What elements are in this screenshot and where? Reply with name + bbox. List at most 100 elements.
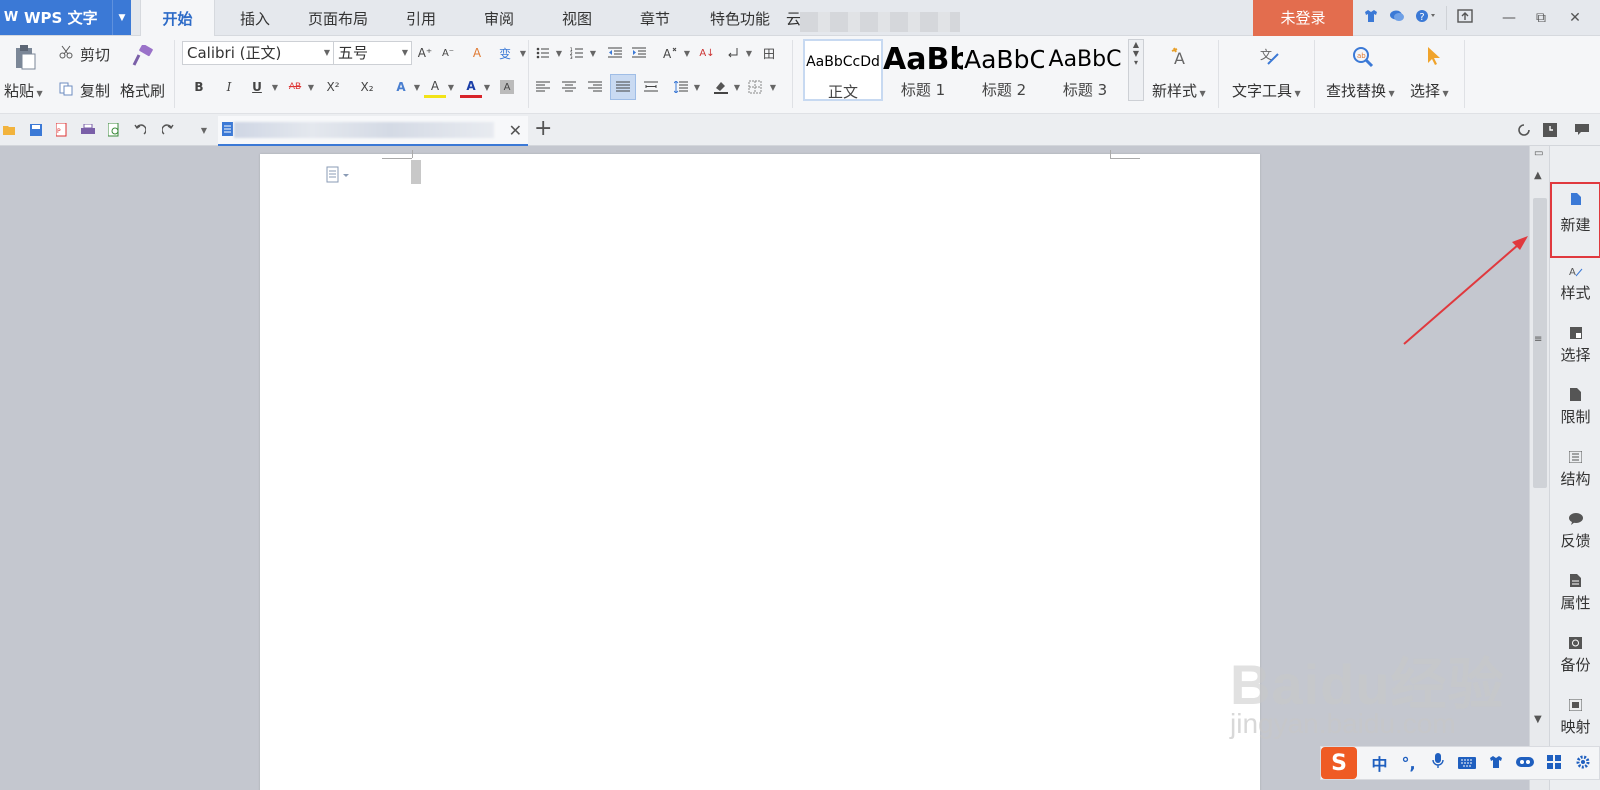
text-tools-icon[interactable]: 文 (1256, 44, 1282, 68)
chinese-layout-dropdown-icon[interactable]: ▼ (676, 42, 698, 64)
style-heading-2[interactable]: AaBbC 标题 2 (964, 39, 1044, 101)
clear-format-button[interactable]: A (466, 42, 488, 64)
chat-icon[interactable] (1388, 9, 1406, 27)
toolbox-icon[interactable] (1539, 754, 1568, 773)
font-color-dropdown-icon[interactable]: ▼ (476, 76, 498, 98)
settings-gear-icon[interactable] (1568, 754, 1597, 773)
side-mapping-button[interactable]: 映射 (1550, 694, 1600, 750)
paste-icon[interactable] (12, 42, 38, 72)
undo-icon[interactable] (132, 122, 148, 138)
line-spacing-dropdown-icon[interactable]: ▼ (686, 76, 708, 98)
sogou-logo-icon[interactable]: S (1321, 747, 1357, 779)
scissors-icon[interactable] (58, 44, 74, 60)
bold-button[interactable]: B (188, 76, 210, 98)
char-shade-button[interactable]: A (500, 80, 514, 94)
tab-chapter[interactable]: 章节 (622, 0, 688, 36)
scroll-down-icon[interactable]: ▼ (1534, 714, 1542, 725)
side-properties-button[interactable]: 属性 (1550, 570, 1600, 626)
show-marks-dropdown-icon[interactable]: ▼ (738, 42, 760, 64)
skin-icon[interactable] (1362, 9, 1380, 27)
skin-shirt-icon[interactable] (1481, 754, 1510, 773)
style-gallery-scroll[interactable]: ▲ ▼ ▾ (1128, 39, 1144, 101)
save-icon[interactable] (28, 122, 44, 138)
assistant-icon[interactable] (1510, 754, 1539, 773)
keyboard-icon[interactable] (1452, 754, 1481, 773)
align-left-icon[interactable] (532, 76, 554, 98)
format-painter-button[interactable]: 格式刷 (120, 80, 165, 101)
increase-indent-icon[interactable] (628, 42, 650, 64)
grow-font-button[interactable]: A⁺ (414, 42, 436, 64)
style-normal[interactable]: AaBbCcDd 正文 (803, 39, 883, 101)
minimize-button[interactable]: — (1496, 6, 1522, 30)
document-page[interactable] (260, 150, 1260, 790)
help-icon[interactable]: ? (1414, 9, 1438, 27)
numbering-dropdown-icon[interactable]: ▼ (582, 42, 604, 64)
cut-button[interactable]: 剪切 (80, 44, 110, 65)
find-replace-button[interactable]: 查找替换 ▼ (1326, 80, 1395, 101)
text-tools-button[interactable]: 文字工具 ▼ (1232, 80, 1301, 101)
upload-window-icon[interactable] (1456, 9, 1474, 27)
restore-button[interactable]: ⧉ (1528, 6, 1554, 30)
tab-special-features[interactable]: 特色功能 (700, 0, 780, 36)
tab-page-layout[interactable]: 页面布局 (298, 0, 378, 36)
justify-icon[interactable] (610, 74, 636, 100)
align-right-icon[interactable] (584, 76, 606, 98)
side-structure-button[interactable]: 结构 (1550, 446, 1600, 502)
comment-panel-icon[interactable] (1574, 122, 1590, 138)
highlight-dropdown-icon[interactable]: ▼ (440, 76, 462, 98)
paste-button[interactable]: 粘贴 ▼ (4, 80, 43, 101)
tab-cloud[interactable]: 云 (786, 0, 801, 36)
new-style-button[interactable]: 新样式 ▼ (1152, 80, 1206, 101)
close-button[interactable]: ✕ (1562, 6, 1588, 30)
print-preview-icon[interactable] (106, 122, 122, 138)
ime-punctuation-toggle[interactable]: °, (1394, 754, 1423, 773)
copy-button[interactable]: 复制 (80, 80, 110, 101)
font-size-select[interactable]: 五号 ▼ (334, 41, 412, 65)
subscript-button[interactable]: X₂ (356, 76, 378, 98)
style-heading-3[interactable]: AaBbC 标题 3 (1045, 39, 1125, 101)
tab-insert[interactable]: 插入 (222, 0, 288, 36)
history-icon[interactable] (1542, 122, 1558, 138)
distribute-icon[interactable] (640, 76, 662, 98)
sort-button[interactable]: A↓ (696, 42, 718, 64)
style-heading-1[interactable]: AaBb 标题 1 (883, 39, 963, 101)
microphone-icon[interactable] (1423, 753, 1452, 773)
select-button[interactable]: 选择 ▼ (1410, 80, 1449, 101)
document-tab[interactable]: ✕ (218, 116, 528, 146)
table-button[interactable]: 田 (758, 42, 780, 64)
side-select-button[interactable]: 选择 (1550, 322, 1600, 378)
export-pdf-icon[interactable]: P (54, 122, 70, 138)
find-replace-icon[interactable]: ab (1350, 44, 1376, 70)
new-style-icon[interactable]: A (1168, 44, 1194, 68)
tab-view[interactable]: 视图 (544, 0, 610, 36)
app-menu-button[interactable]: W WPS 文字 ▼ (0, 0, 131, 35)
app-menu-dropdown-icon[interactable]: ▼ (112, 0, 131, 35)
border-dropdown-icon[interactable]: ▼ (762, 76, 784, 98)
side-new-button[interactable]: 新建 (1550, 182, 1600, 258)
strike-dropdown-icon[interactable]: ▼ (300, 76, 322, 98)
login-button[interactable]: 未登录 (1253, 0, 1353, 36)
redo-icon[interactable] (160, 122, 176, 138)
underline-dropdown-icon[interactable]: ▼ (264, 76, 286, 98)
open-folder-icon[interactable] (2, 122, 18, 138)
print-icon[interactable] (80, 122, 96, 138)
pinyin-dropdown-icon[interactable]: ▼ (512, 42, 534, 64)
select-cursor-icon[interactable] (1422, 44, 1446, 68)
copy-icon[interactable] (58, 81, 74, 97)
italic-button[interactable]: I (218, 76, 240, 98)
new-tab-icon[interactable]: + (534, 116, 552, 141)
align-center-icon[interactable] (558, 76, 580, 98)
paragraph-layout-icon[interactable] (326, 166, 352, 188)
shrink-font-button[interactable]: A⁻ (437, 42, 459, 64)
decrease-indent-icon[interactable] (604, 42, 626, 64)
tab-start[interactable]: 开始 (140, 0, 215, 36)
side-feedback-button[interactable]: 反馈 (1550, 508, 1600, 564)
font-name-select[interactable]: Calibri (正文) ▼ (182, 41, 334, 65)
tab-review[interactable]: 审阅 (466, 0, 532, 36)
quick-access-dropdown-icon[interactable]: ▼ (196, 122, 212, 138)
side-restrict-button[interactable]: 限制 (1550, 384, 1600, 440)
split-view-icon[interactable]: ▭ (1534, 148, 1543, 159)
tab-references[interactable]: 引用 (388, 0, 454, 36)
scroll-up-icon[interactable]: ▲ (1534, 170, 1542, 181)
superscript-button[interactable]: X² (322, 76, 344, 98)
